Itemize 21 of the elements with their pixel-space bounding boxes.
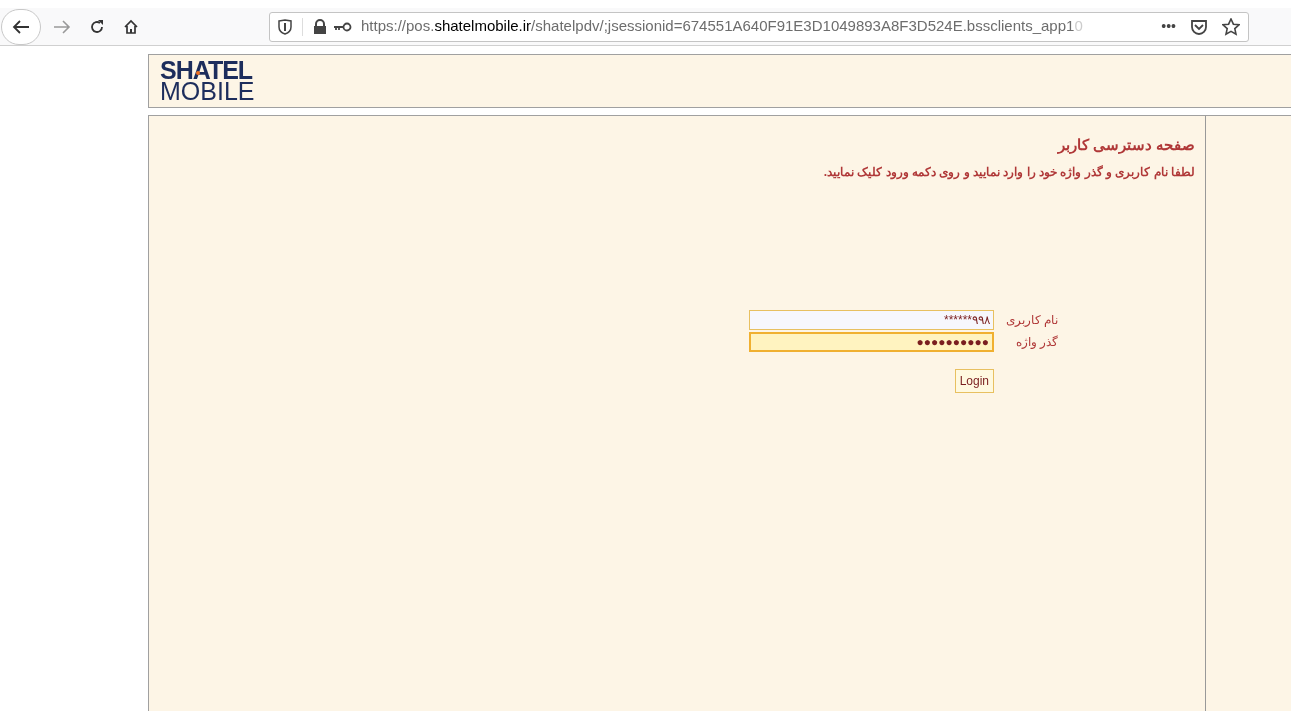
home-icon[interactable] xyxy=(123,18,139,35)
address-bar[interactable]: https://pos.shatelmobile.ir/shatelpdv/;jsessionid=674551A640F91E3D1049893A8F3D524E.bssclients_app10 ••• xyxy=(269,11,1249,42)
lock-icon[interactable] xyxy=(313,18,327,35)
url-text: https://pos.shatelmobile.ir/shatelpdv/;jsessionid=674551A640F91E3D1049893A8F3D524E.bssclients_app10 xyxy=(361,16,1083,37)
shield-icon[interactable] xyxy=(278,18,292,35)
forward-icon[interactable] xyxy=(53,18,71,35)
more-button[interactable]: ••• xyxy=(1161,16,1176,37)
page-title: صفحه دسترسی کاربر xyxy=(1056,135,1195,156)
login-button[interactable]: Login xyxy=(954,368,994,393)
field-label: نام کاربری xyxy=(1004,311,1058,329)
field-label: گذر واژه xyxy=(1014,333,1058,351)
star-icon[interactable] xyxy=(1222,17,1240,36)
instruction-text: لطفا نام کاربری و گذر واژه خود را وارد نمایید و روی دکمه ورود کلیک نمایید. xyxy=(822,163,1195,181)
input-field[interactable]: ●●●●●●●●●● xyxy=(749,331,994,352)
back-icon xyxy=(12,18,30,35)
key-icon[interactable] xyxy=(333,21,353,32)
logo: SHATEL MOBILE xyxy=(160,59,255,103)
input-field[interactable]: ******۹۹۸ xyxy=(749,309,994,330)
reload-icon[interactable] xyxy=(89,18,105,35)
pocket-icon[interactable] xyxy=(1190,18,1208,35)
back-button[interactable] xyxy=(1,8,41,45)
